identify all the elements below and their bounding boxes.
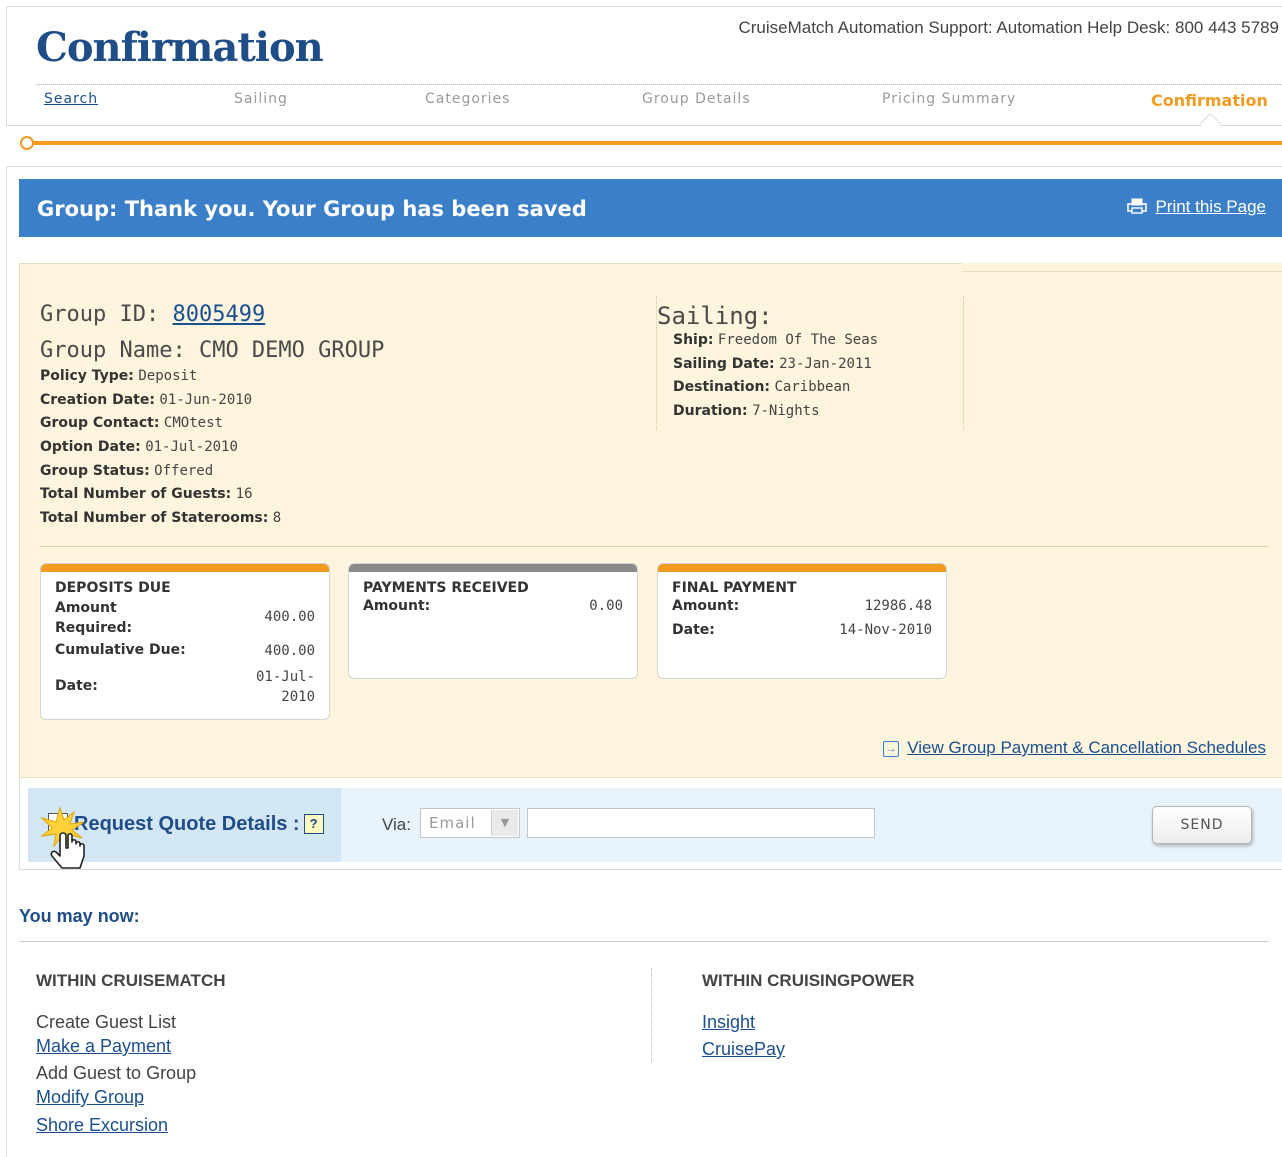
- group-id-label: Group ID:: [40, 302, 160, 327]
- header-divider: [36, 84, 1282, 85]
- columns-divider: [651, 968, 652, 1062]
- deposits-due-box: DEPOSITS DUE Amount Required: 400.00 Cum…: [40, 563, 330, 720]
- sailing-title: Sailing:: [657, 302, 773, 330]
- create-guest-list: Create Guest List: [36, 1012, 177, 1032]
- shore-excursion-link[interactable]: Shore Excursion: [36, 1115, 168, 1136]
- view-schedules-label: View Group Payment & Cancellation Schedu…: [907, 738, 1266, 757]
- insight-link[interactable]: Insight: [702, 1012, 755, 1033]
- chevron-down-icon[interactable]: ▼: [491, 810, 518, 836]
- deposits-amount-value: 400.00: [264, 609, 315, 625]
- cruisingpower-heading: WITHIN CRUISINGPOWER: [702, 971, 915, 990]
- step-group-details: Group Details: [642, 91, 751, 107]
- step-confirmation: Confirmation: [1151, 91, 1268, 110]
- detail-group-contact: Group Contact: CMOtest: [40, 415, 223, 432]
- wizard-steps: Search Sailing Categories Group Details …: [0, 91, 1282, 113]
- request-quote-label: Request Quote Details :?: [74, 813, 324, 836]
- detail-total-guests: Total Number of Guests: 16: [40, 486, 253, 503]
- sailing-details: Ship: Freedom Of The Seas Sailing Date: …: [673, 332, 878, 427]
- cruisepay-link[interactable]: CruisePay: [702, 1039, 785, 1060]
- payments-amount-value: 0.00: [589, 598, 623, 614]
- cruisematch-heading: WITHIN CRUISEMATCH: [36, 971, 226, 990]
- payments-amount-row: Amount: 0.00: [363, 598, 623, 614]
- detail-policy-type: Policy Type: Deposit: [40, 368, 198, 384]
- detail-group-status: Group Status: Offered: [40, 462, 214, 479]
- email-input[interactable]: [527, 808, 875, 838]
- final-payment-title: FINAL PAYMENT: [672, 580, 797, 596]
- arrow-right-icon: →: [883, 741, 900, 757]
- print-page-label: Print this Page: [1155, 197, 1266, 216]
- progress-start-dot: [20, 136, 34, 150]
- print-page-link[interactable]: Print this Page: [1127, 197, 1266, 217]
- step-sailing: Sailing: [234, 91, 288, 107]
- progress-bar: [24, 141, 1282, 145]
- add-guest-to-group: Add Guest to Group: [36, 1063, 197, 1083]
- deposits-cumulative-row: Cumulative Due: 400.00: [55, 642, 315, 659]
- final-amount-row: Amount: 12986.48: [672, 598, 932, 614]
- payments-received-box: PAYMENTS RECEIVED Amount: 0.00: [348, 563, 638, 679]
- printer-icon: [1127, 198, 1148, 214]
- success-banner: Group: Thank you. Your Group has been sa…: [19, 179, 1282, 237]
- step-pricing-summary: Pricing Summary: [882, 91, 1017, 107]
- final-amount-value: 12986.48: [864, 598, 932, 614]
- group-name-value: CMO DEMO GROUP: [198, 338, 385, 363]
- detail-total-staterooms: Total Number of Staterooms: 8: [40, 510, 282, 527]
- final-payment-bar: [658, 564, 946, 572]
- banner-title: Group: Thank you. Your Group has been sa…: [37, 197, 587, 221]
- group-name-label: Group Name:: [40, 338, 186, 363]
- group-name: Group Name: CMO DEMO GROUP: [40, 338, 384, 363]
- sailing-ship: Ship: Freedom Of The Seas: [673, 332, 879, 348]
- deposits-title: DEPOSITS DUE: [55, 580, 171, 596]
- sailing-date: Sailing Date: 23-Jan-2011: [673, 355, 872, 372]
- send-button[interactable]: SEND: [1152, 806, 1252, 844]
- deposits-date-row: Date: 01-Jul- 2010: [55, 669, 315, 705]
- deposits-date-value: 01-Jul- 2010: [255, 669, 315, 705]
- detail-option-date: Option Date: 01-Jul-2010: [40, 439, 238, 456]
- panel-tab-strip: [962, 263, 1282, 272]
- you-may-now-title: You may now:: [19, 906, 140, 926]
- group-id: Group ID: 8005499: [40, 302, 265, 327]
- sailing-destination: Destination: Caribbean: [673, 379, 851, 396]
- deposits-amount-row: Amount Required: 400.00: [55, 600, 315, 636]
- help-icon[interactable]: ?: [303, 814, 324, 834]
- via-select-value: Email: [429, 814, 476, 832]
- deposits-bar: [41, 564, 329, 572]
- payments-title: PAYMENTS RECEIVED: [363, 580, 529, 596]
- modify-group-link[interactable]: Modify Group: [36, 1087, 144, 1108]
- step-categories: Categories: [425, 91, 511, 107]
- sailing-section: Sailing: Ship: Freedom Of The Seas Saili…: [656, 296, 964, 430]
- final-date-row: Date: 14-Nov-2010: [672, 622, 932, 638]
- group-id-link[interactable]: 8005499: [172, 302, 265, 327]
- final-date-value: 14-Nov-2010: [839, 622, 932, 638]
- sailing-duration: Duration: 7-Nights: [673, 403, 820, 420]
- detail-creation-date: Creation Date: 01-Jun-2010: [40, 391, 253, 408]
- support-contact: CruiseMatch Automation Support: Automati…: [738, 18, 1279, 37]
- payments-bar: [349, 564, 637, 572]
- make-payment-link[interactable]: Make a Payment: [36, 1036, 171, 1057]
- group-details: Policy Type: Deposit Creation Date: 01-J…: [40, 368, 281, 534]
- page-title: Confirmation: [36, 24, 324, 71]
- step-search[interactable]: Search: [44, 91, 98, 107]
- click-pointer-icon: [40, 806, 85, 869]
- deposits-cumulative-value: 400.00: [264, 643, 315, 659]
- you-may-now-divider: [19, 941, 1269, 942]
- final-payment-box: FINAL PAYMENT Amount: 12986.48 Date: 14-…: [657, 563, 947, 679]
- panel-divider: [40, 546, 1268, 547]
- via-label: Via:: [382, 815, 411, 834]
- via-select[interactable]: Email ▼: [420, 808, 520, 838]
- view-schedules-link[interactable]: → View Group Payment & Cancellation Sched…: [883, 738, 1266, 758]
